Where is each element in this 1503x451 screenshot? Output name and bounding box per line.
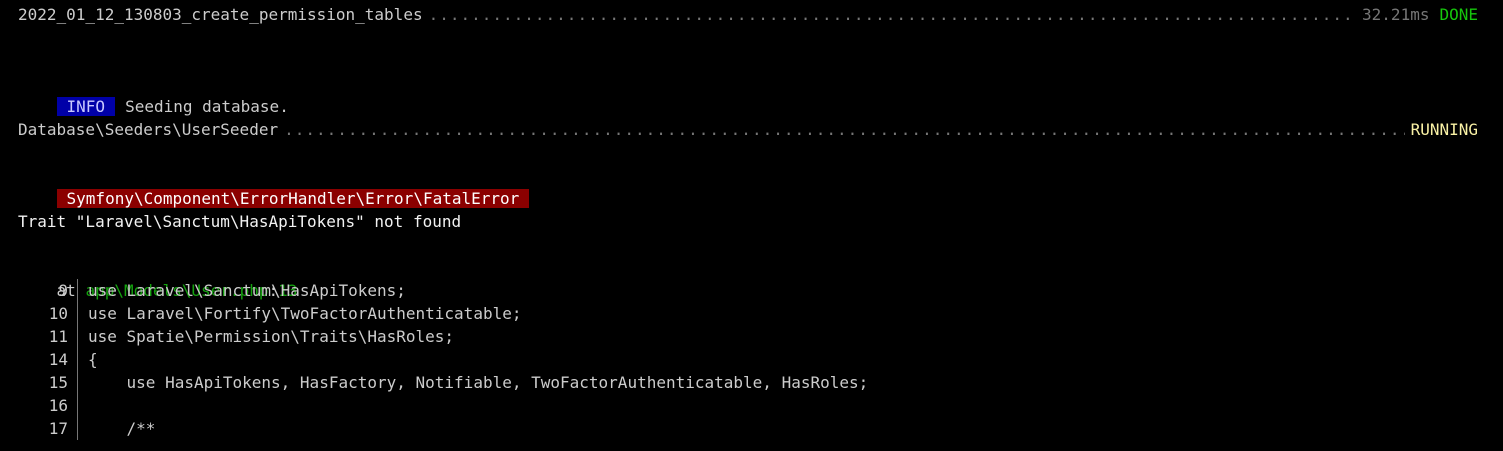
error-location: at app\Models\User.php:13	[18, 256, 298, 300]
code-snippet: 9 use Laravel\Sanctum\HasApiTokens; 10 u…	[18, 279, 868, 440]
info-badge: INFO	[56, 97, 116, 116]
line-number: 9	[18, 279, 78, 302]
migration-name: 2022_01_12_130803_create_permission_tabl…	[18, 5, 423, 24]
code-text: use Laravel\Sanctum\HasApiTokens;	[88, 281, 406, 300]
seeder-name: Database\Seeders\UserSeeder	[18, 120, 279, 139]
dot-leader	[284, 118, 1404, 141]
code-line: 10 use Laravel\Fortify\TwoFactorAuthenti…	[18, 302, 868, 325]
code-line: 11 use Spatie\Permission\Traits\HasRoles…	[18, 325, 868, 348]
line-number: 11	[18, 325, 78, 348]
seeder-status: RUNNING	[1410, 120, 1478, 139]
line-number: 15	[18, 371, 78, 394]
line-number: 17	[18, 417, 78, 440]
code-text: use Spatie\Permission\Traits\HasRoles;	[88, 327, 455, 346]
code-text: use HasApiTokens, HasFactory, Notifiable…	[88, 373, 869, 392]
error-class-badge: Symfony\Component\ErrorHandler\Error\Fat…	[56, 189, 530, 208]
code-text: use Laravel\Fortify\TwoFactorAuthenticat…	[88, 304, 522, 323]
code-line: 17 /**	[18, 417, 868, 440]
seeder-line: Database\Seeders\UserSeeder RUNNING	[18, 118, 1478, 141]
code-line: 9 use Laravel\Sanctum\HasApiTokens;	[18, 279, 868, 302]
code-line: 16	[18, 394, 868, 417]
info-line: INFO Seeding database.	[18, 72, 289, 116]
code-line: 15 use HasApiTokens, HasFactory, Notifia…	[18, 371, 868, 394]
migration-timing: 32.21ms	[1362, 5, 1430, 24]
code-text: /**	[88, 419, 156, 438]
error-message: Trait "Laravel\Sanctum\HasApiTokens" not…	[18, 212, 462, 231]
terminal-window: 2022_01_12_130803_create_permission_tabl…	[0, 0, 1503, 451]
code-line: 14 {	[18, 348, 868, 371]
line-number: 10	[18, 302, 78, 325]
error-class-line: Symfony\Component\ErrorHandler\Error\Fat…	[18, 164, 530, 208]
migration-status: DONE	[1439, 5, 1478, 24]
info-message: Seeding database.	[125, 97, 289, 116]
code-text: {	[88, 350, 98, 369]
dot-leader	[429, 3, 1356, 26]
line-number: 16	[18, 394, 78, 417]
line-number: 14	[18, 348, 78, 371]
migration-line: 2022_01_12_130803_create_permission_tabl…	[18, 3, 1478, 26]
